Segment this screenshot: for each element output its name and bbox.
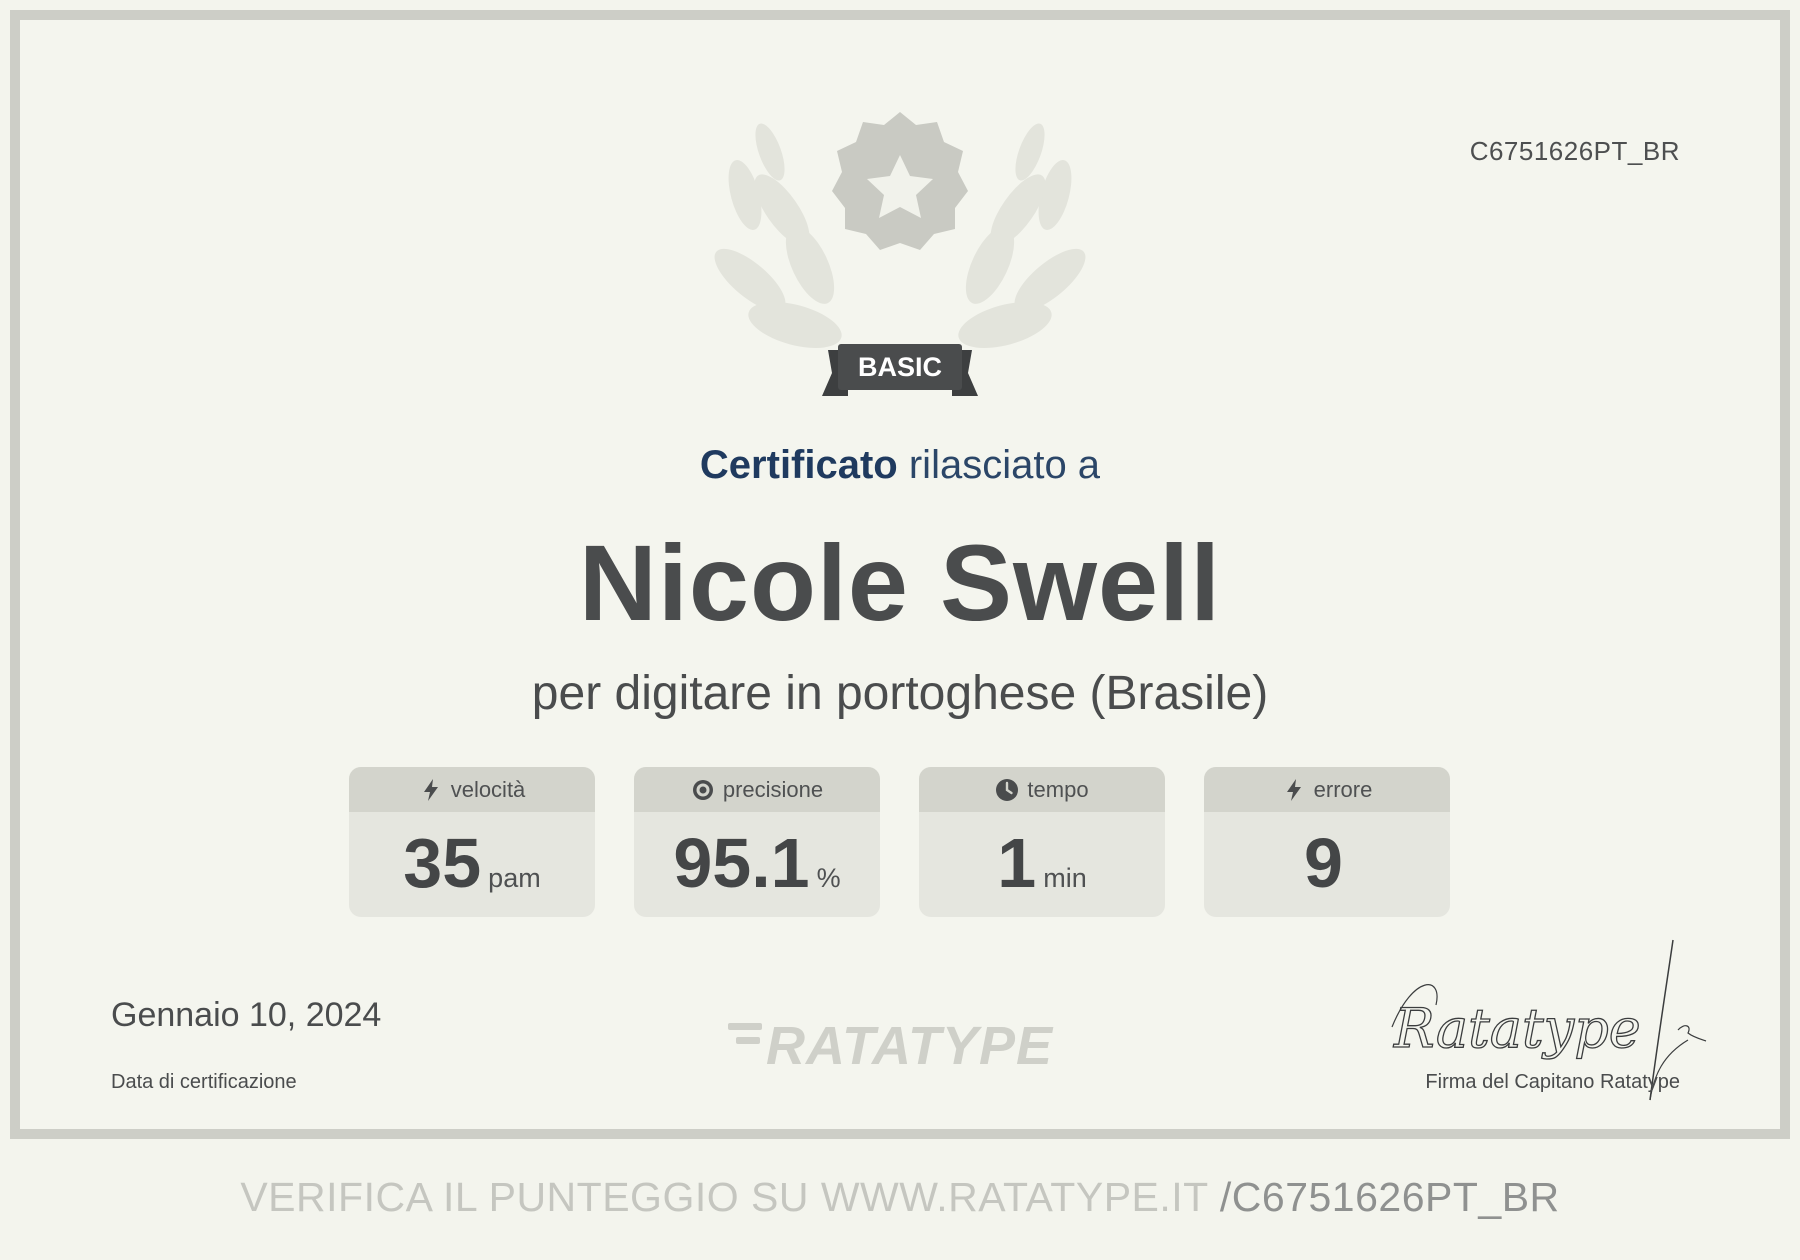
stat-value: 9: [1304, 824, 1343, 902]
level-badge: BASIC: [858, 352, 942, 382]
star-medal-icon: [832, 112, 968, 250]
stat-label: errore: [1313, 776, 1373, 802]
verify-link[interactable]: VERIFICA IL PUNTEGGIO SU WWW.RATATYPE.IT…: [0, 1174, 1800, 1221]
signature-label: Firma del Capitano Ratatype: [1425, 1071, 1680, 1093]
stat-value: 1: [997, 824, 1037, 902]
award-emblem: BASIC: [714, 112, 1086, 396]
stat-unit: min: [1043, 863, 1087, 893]
certification-date: Gennaio 10, 2024: [111, 996, 382, 1034]
stat-label: velocità: [450, 776, 526, 802]
stat-card-speed: velocità 35 pam: [349, 767, 595, 917]
certificate-heading: Certificato rilasciato a: [0, 443, 1800, 488]
stat-value: 35: [403, 824, 482, 902]
stat-unit: %: [816, 863, 841, 893]
stat-label: precisione: [722, 776, 824, 802]
stat-card-time: tempo 1 min: [919, 767, 1165, 917]
verify-code: /C6751626PT_BR: [1219, 1174, 1560, 1220]
certificate-subtitle: per digitare in portoghese (Brasile): [531, 667, 1269, 720]
stat-card-accuracy: precisione 95.1 %: [634, 767, 880, 917]
stat-card-errors: errore 9: [1204, 767, 1450, 917]
stat-unit: pam: [488, 863, 541, 893]
target-icon: [692, 779, 713, 800]
logo-stripe-icon: [728, 1023, 762, 1030]
stat-value: 95.1: [673, 824, 810, 902]
level-ribbon-icon: BASIC: [822, 344, 978, 396]
recipient-name: Nicole Swell: [578, 522, 1222, 643]
heading-rest: rilasciato a: [908, 443, 1101, 487]
logo-text: RATATYPE: [766, 1016, 1054, 1074]
verify-prefix: VERIFICA IL PUNTEGGIO SU WWW.RATATYPE.IT: [240, 1174, 1208, 1220]
lightning-icon: [423, 778, 438, 801]
stats-row: velocità 35 pam precisione 95.1 % tempo …: [349, 767, 1450, 917]
lightning-icon: [1286, 778, 1301, 801]
signature-text: Ratatype: [1393, 997, 1641, 1060]
heading-strong: Certificato: [699, 443, 898, 487]
certificate-id: C6751626PT_BR: [1469, 136, 1680, 166]
ratatype-logo: RATATYPE: [728, 1016, 1054, 1074]
certification-date-label: Data di certificazione: [111, 1071, 297, 1093]
logo-stripe-icon: [736, 1037, 760, 1044]
stat-label: tempo: [1027, 776, 1089, 802]
clock-icon: [996, 778, 1019, 801]
